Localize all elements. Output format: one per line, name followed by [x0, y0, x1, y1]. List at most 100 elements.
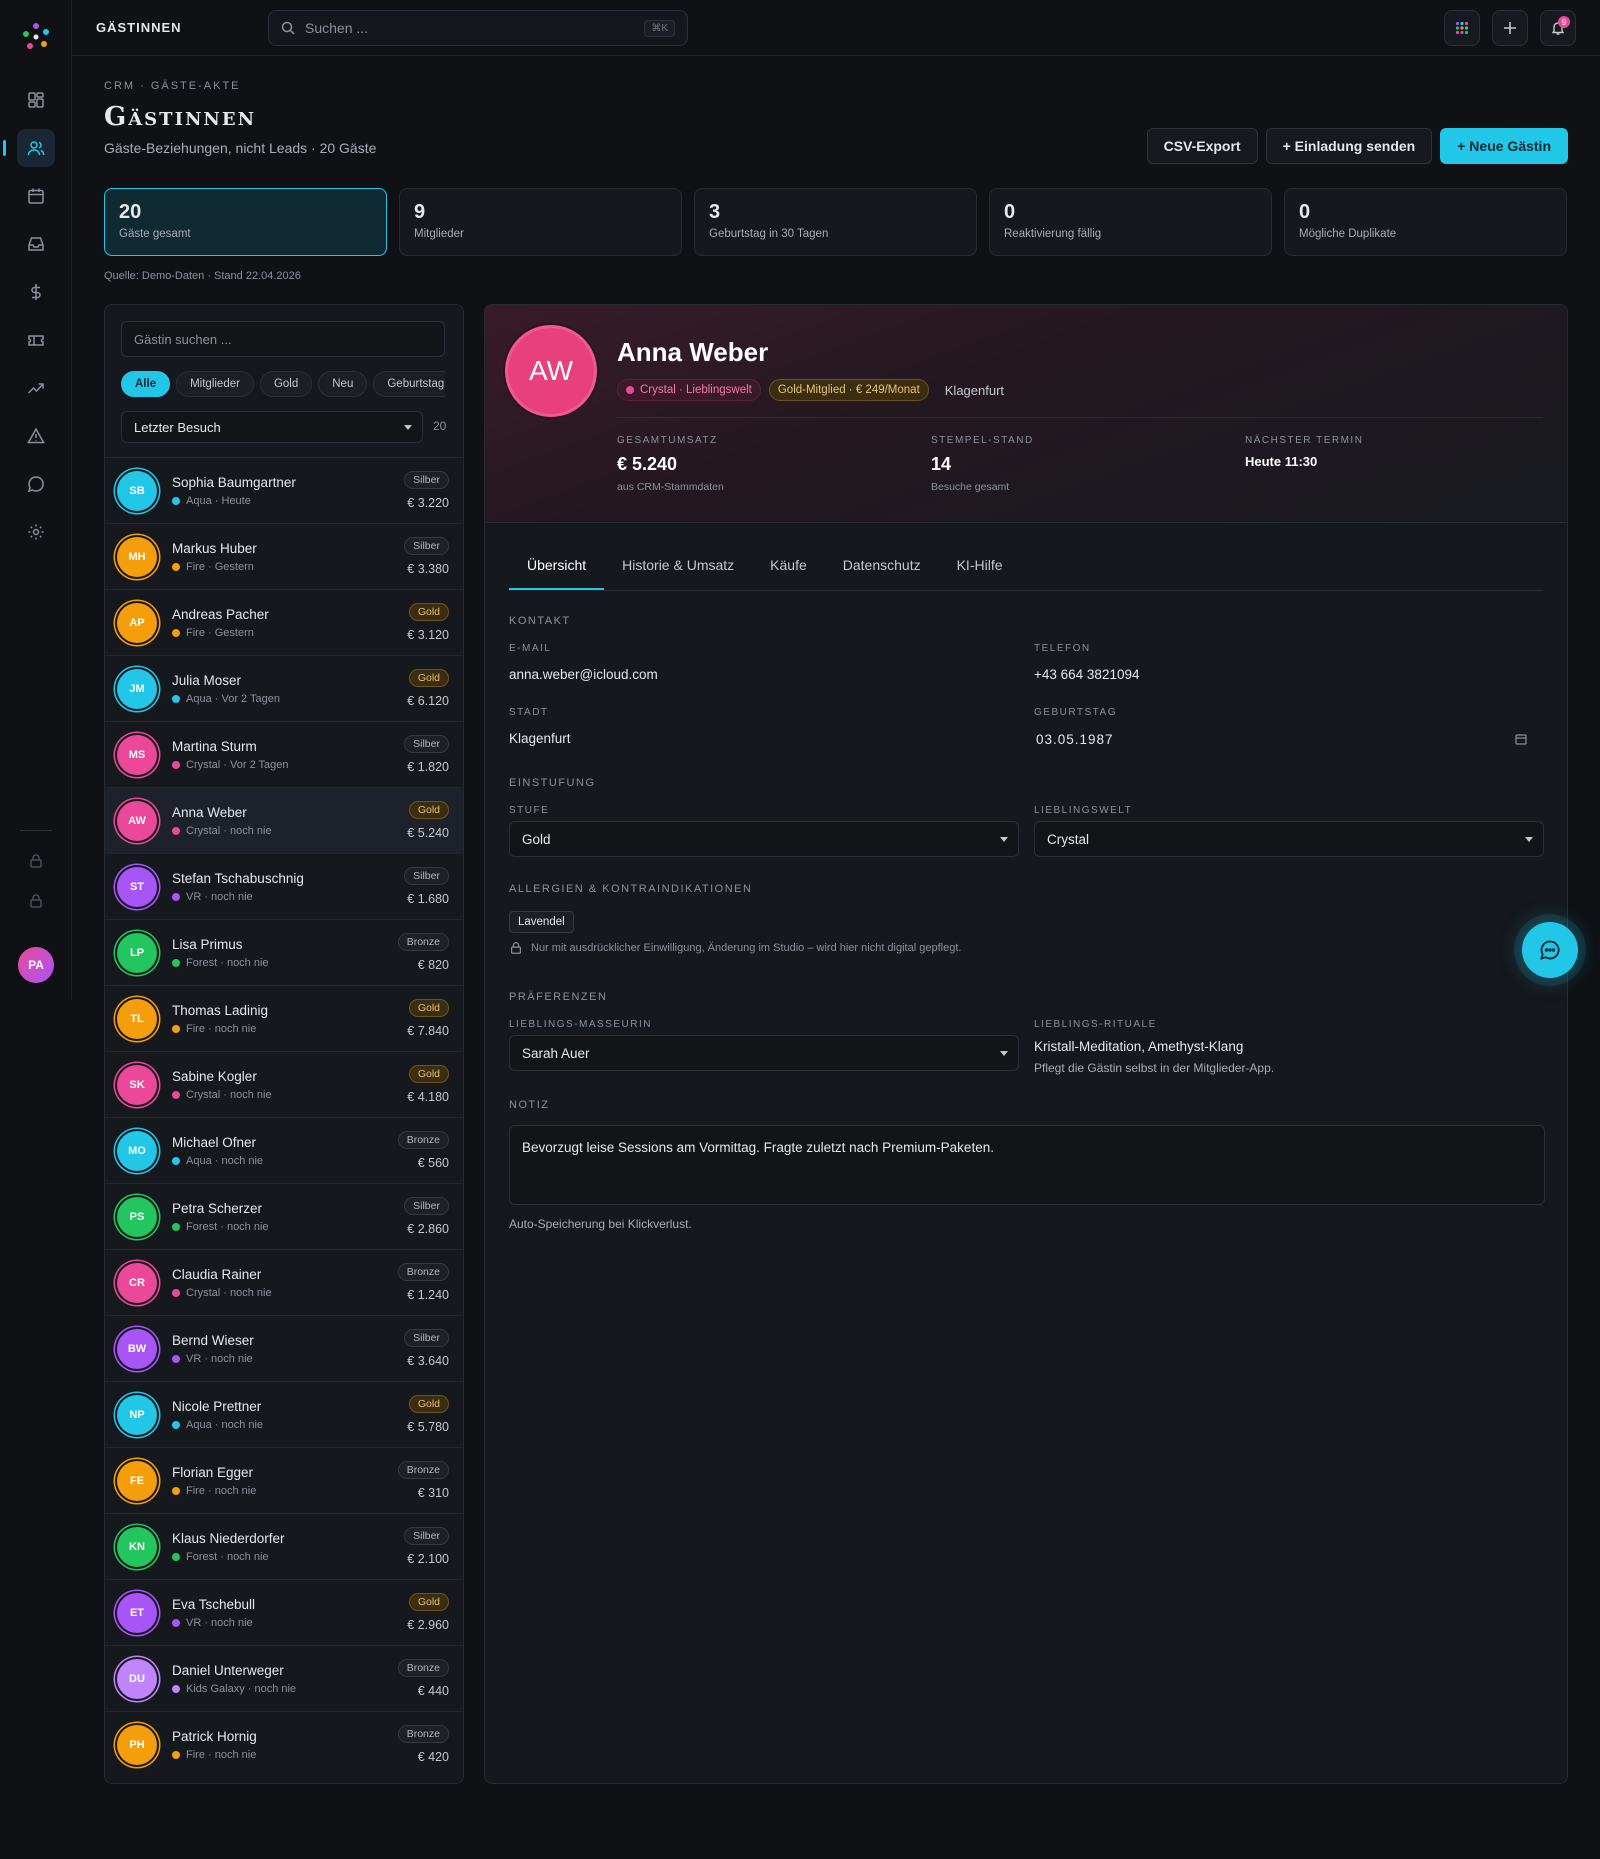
apps-grid-icon [1455, 21, 1469, 35]
email-field[interactable]: anna.weber@icloud.com [509, 667, 658, 682]
guest-meta-text: Aqua · noch nie [186, 1155, 264, 1167]
nav-locked-2[interactable] [17, 882, 55, 920]
tab-overview[interactable]: Übersicht [509, 543, 605, 590]
guest-row[interactable]: FE Florian Egger Fire · noch nie Bronze € 31… [105, 1447, 463, 1513]
guest-row[interactable]: SK Sabine Kogler Crystal · noch nie Gold € 4… [105, 1051, 463, 1117]
detail-tabs: Übersicht Historie & Umsatz Käufe Datens… [509, 543, 1543, 591]
notifications-button[interactable]: 9 [1540, 10, 1576, 46]
nav-locked-1[interactable] [17, 842, 55, 880]
kpi-duplicates[interactable]: 0 Mögliche Duplikate [1284, 188, 1567, 256]
guest-meta: Aqua · Vor 2 Tagen [172, 693, 280, 705]
chevron-down-icon [1525, 837, 1533, 842]
kpi-reactivation[interactable]: 0 Reaktivierung fällig [989, 188, 1272, 256]
trending-up-icon [27, 383, 44, 394]
guest-row[interactable]: LP Lisa Primus Forest · noch nie Bronze € 82… [105, 919, 463, 985]
world-select[interactable]: Crystal [1034, 821, 1544, 857]
nav-analytics[interactable] [17, 369, 55, 407]
world-dot [172, 761, 180, 769]
sort-select[interactable]: Letzter Besuch [121, 411, 423, 443]
guest-row[interactable]: KN Klaus Niederdorfer Forest · noch nie Sil… [105, 1513, 463, 1579]
guest-row[interactable]: ET Eva Tschebull VR · noch nie Gold € 2.960 [105, 1579, 463, 1645]
filter-chip-birthday[interactable]: Geburtstag bald [373, 371, 445, 397]
guest-meta-text: Forest · noch nie [186, 1221, 269, 1233]
guest-search-input[interactable]: Gästin suchen ... [121, 321, 445, 357]
guest-detail-panel: AW Anna Weber Crystal · Lieblingswelt Go… [484, 304, 1568, 1784]
send-invite-button[interactable]: + Einladung senden [1265, 128, 1433, 164]
guest-row[interactable]: MH Markus Huber Fire · Gestern Silber € 3.38… [105, 523, 463, 589]
note-textarea[interactable]: Bevorzugt leise Sessions am Vormittag. F… [509, 1125, 1545, 1205]
guest-row[interactable]: PH Patrick Hornig Fire · noch nie Bronze € 4… [105, 1711, 463, 1777]
guest-row[interactable]: ST Stefan Tschabuschnig VR · noch nie Silbe… [105, 853, 463, 919]
filter-chip-members[interactable]: Mitglieder [176, 371, 254, 397]
nav-tickets[interactable] [17, 321, 55, 359]
world-dot [172, 1223, 180, 1231]
tab-purchases[interactable]: Käufe [752, 543, 825, 590]
kpi-label: Mögliche Duplikate [1299, 228, 1397, 240]
nav-calendar[interactable] [17, 177, 55, 215]
csv-export-button[interactable]: CSV-Export [1146, 128, 1258, 164]
guest-revenue: € 7.840 [407, 1024, 449, 1038]
guest-city: Klagenfurt [944, 382, 1005, 398]
guest-row[interactable]: MO Michael Ofner Aqua · noch nie Bronze € 56… [105, 1117, 463, 1183]
apps-button[interactable] [1444, 10, 1480, 46]
guest-meta-text: Forest · noch nie [186, 1551, 269, 1563]
tier-select[interactable]: Gold [509, 821, 1019, 857]
guest-list-panel: Gästin suchen ... Alle Mitglieder Gold N… [104, 304, 464, 1784]
guest-meta: Fire · Gestern [172, 561, 254, 573]
guest-row[interactable]: AP Andreas Pacher Fire · Gestern Gold € 3.12… [105, 589, 463, 655]
nav-guests[interactable] [3, 129, 55, 167]
user-avatar[interactable]: PA [18, 947, 54, 983]
nav-dashboard[interactable] [17, 81, 55, 119]
guest-name: Andreas Pacher [172, 607, 269, 622]
app-logo[interactable] [20, 20, 52, 52]
guest-avatar: MH [117, 537, 157, 577]
nav-settings[interactable] [17, 513, 55, 551]
tab-history[interactable]: Historie & Umsatz [604, 543, 752, 590]
masseur-select[interactable]: Sarah Auer [509, 1035, 1019, 1071]
calendar-picker-icon[interactable] [1515, 733, 1527, 745]
nav-messages[interactable] [17, 465, 55, 503]
kpi-birthdays[interactable]: 3 Geburtstag in 30 Tagen [694, 188, 977, 256]
guest-count: 20 [433, 419, 447, 433]
guest-row[interactable]: PS Petra Scherzer Forest · noch nie Silber €… [105, 1183, 463, 1249]
city-field[interactable]: Klagenfurt [509, 731, 571, 746]
guest-revenue: € 1.240 [407, 1288, 449, 1302]
filter-chip-all[interactable]: Alle [121, 371, 171, 397]
guest-row[interactable]: AW Anna Weber Crystal · noch nie Gold € 5.24… [105, 787, 463, 853]
guest-row[interactable]: NP Nicole Prettner Aqua · noch nie Gold € 5.… [105, 1381, 463, 1447]
kpi-value: 0 [1299, 201, 1311, 223]
tab-ai-help[interactable]: KI-Hilfe [939, 543, 1021, 590]
guest-avatar: LP [117, 933, 157, 973]
rituals-value: Kristall-Meditation, Amethyst-Klang [1034, 1039, 1244, 1054]
guest-row[interactable]: TL Thomas Ladinig Fire · noch nie Gold € 7.8… [105, 985, 463, 1051]
world-dot [172, 1289, 180, 1297]
filter-chips: Alle Mitglieder Gold Neu Geburtstag bald [121, 371, 445, 397]
world-dot [626, 386, 634, 394]
nav-inbox[interactable] [17, 225, 55, 263]
guest-row[interactable]: SB Sophia Baumgartner Aqua · Heute Silber € … [105, 457, 463, 523]
filter-chip-gold[interactable]: Gold [259, 371, 313, 397]
filter-chip-new[interactable]: Neu [318, 371, 368, 397]
world-dot [172, 629, 180, 637]
nav-finance[interactable] [17, 273, 55, 311]
phone-field[interactable]: +43 664 3821094 [1034, 667, 1139, 682]
brand-name: GÄSTINNEN [96, 20, 182, 35]
global-search[interactable]: Suchen ... ⌘K [268, 10, 688, 46]
guest-row[interactable]: MS Martina Sturm Crystal · Vor 2 Tagen Silb… [105, 721, 463, 787]
tab-privacy[interactable]: Datenschutz [825, 543, 939, 590]
add-button[interactable] [1492, 10, 1528, 46]
nav-alerts[interactable] [17, 417, 55, 455]
guest-row[interactable]: CR Claudia Rainer Crystal · noch nie Bronze… [105, 1249, 463, 1315]
guest-meta-text: Forest · noch nie [186, 957, 269, 969]
guest-row[interactable]: DU Daniel Unterweger Kids Galaxy · noch ni… [105, 1645, 463, 1711]
kpi-members[interactable]: 9 Mitglieder [399, 188, 682, 256]
chat-assistant-button[interactable] [1522, 922, 1578, 978]
stat-next-appointment: NÄCHSTER TERMIN Heute 11:30 [1245, 435, 1363, 469]
new-guest-button[interactable]: + Neue Gästin [1440, 128, 1568, 164]
kpi-total-guests[interactable]: 20 Gäste gesamt [104, 188, 387, 256]
allergy-tag: Lavendel [509, 911, 574, 933]
birthday-field[interactable]: 03.05.1987 [1036, 732, 1114, 747]
search-placeholder: Suchen ... [305, 20, 369, 36]
guest-row[interactable]: JM Julia Moser Aqua · Vor 2 Tagen Gold € 6.1… [105, 655, 463, 721]
guest-row[interactable]: BW Bernd Wieser VR · noch nie Silber € 3.640 [105, 1315, 463, 1381]
